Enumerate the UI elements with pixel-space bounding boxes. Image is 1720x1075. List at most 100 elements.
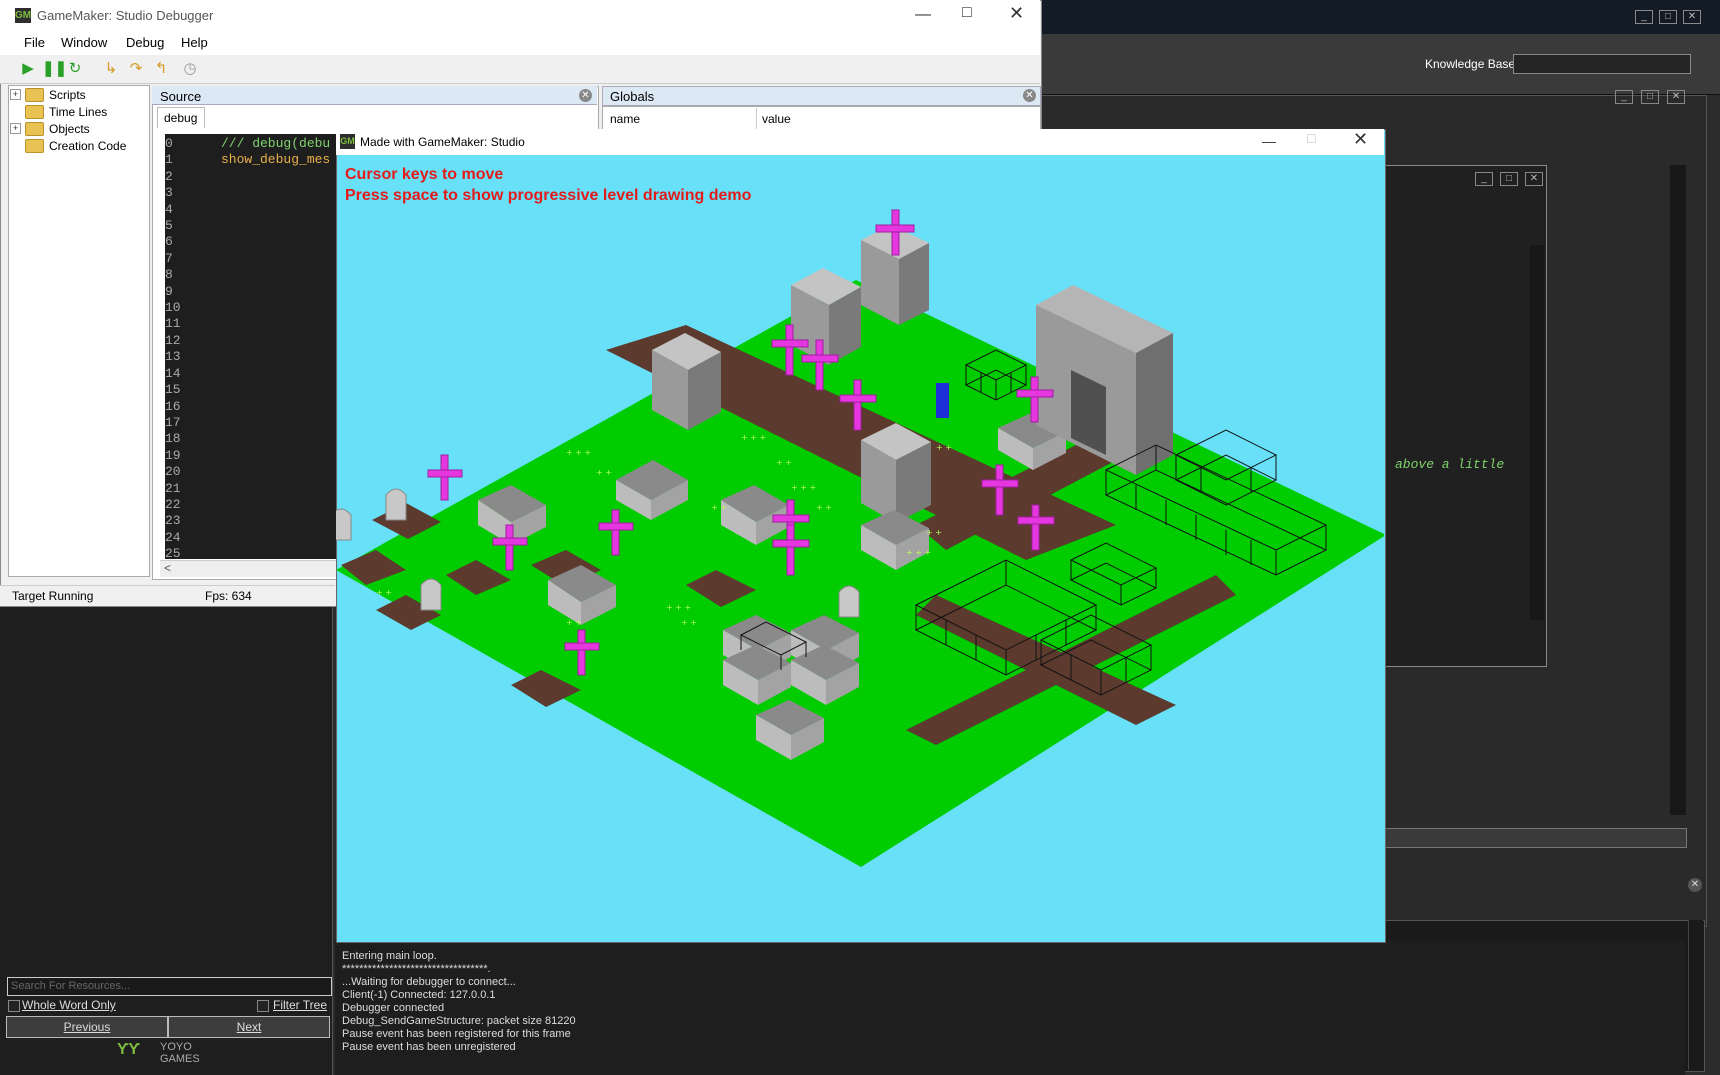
tree-item-time-lines[interactable]: Time Lines: [10, 103, 107, 120]
menu-file[interactable]: File: [24, 35, 45, 50]
tab-debug-label: debug: [164, 111, 198, 125]
tree-item-creation-code[interactable]: Creation Code: [10, 137, 126, 154]
resource-search-input[interactable]: Search For Resources...: [7, 977, 332, 996]
log-line: Entering main loop.: [342, 950, 437, 962]
tree-item-label: Creation Code: [49, 138, 127, 153]
line-number: 18: [165, 431, 181, 447]
maximize-icon[interactable]: □: [1500, 172, 1518, 186]
tombstone: [420, 578, 442, 611]
yoyo-logo-icon: ƳƳ: [117, 1041, 141, 1058]
line-number: 2: [165, 168, 173, 184]
whole-word-checkbox[interactable]: [8, 1000, 20, 1012]
realtime-update-icon[interactable]: ◷: [181, 60, 199, 78]
line-number: 16: [165, 398, 181, 414]
next-button[interactable]: Next: [168, 1016, 330, 1038]
whole-word-label[interactable]: Whole Word Only: [22, 998, 116, 1012]
column-header-value[interactable]: value: [762, 112, 791, 126]
tree-item-objects[interactable]: + Objects: [10, 120, 90, 137]
line-number-gutter: 0 1 2 3 4 5 6 7 8 9 10 11 12 13 14 15 16 17 18 19 20 21 22 23 24…: [165, 136, 205, 563]
svg-text:+ + +: + + +: [791, 483, 816, 492]
menu-help[interactable]: Help: [181, 35, 208, 50]
tombstone: [336, 508, 352, 541]
yoyo-logo-text: YOYO GAMES: [160, 1041, 200, 1065]
line-number: 22: [165, 496, 181, 512]
stone-block: [791, 268, 861, 365]
minimize-icon[interactable]: —: [915, 6, 931, 24]
pause-icon[interactable]: ❚❚: [42, 60, 67, 78]
svg-text:+ +: + +: [566, 618, 582, 627]
line-number: 7: [165, 250, 173, 266]
folder-icon: [25, 87, 44, 102]
background-status-bar: [1385, 828, 1687, 848]
maximize-icon[interactable]: □: [1659, 10, 1677, 24]
game-viewport[interactable]: + + + + + + + + + + + + + + + + + + + + + + +…: [336, 155, 1384, 940]
close-icon[interactable]: ✕: [1009, 3, 1024, 24]
status-text: Target Running: [12, 589, 94, 603]
line-number: 13: [165, 349, 181, 365]
code-line: show_debug_mes: [221, 152, 331, 167]
line-number: 1: [165, 152, 173, 168]
line-number: 12: [165, 332, 181, 348]
step-out-icon[interactable]: ↰: [152, 60, 170, 78]
close-icon[interactable]: ✕: [1688, 878, 1702, 892]
background-code-text: above a little: [1395, 457, 1505, 472]
minimize-icon[interactable]: _: [1475, 172, 1493, 186]
tombstone: [385, 488, 407, 521]
line-number: 17: [165, 414, 181, 430]
maximize-icon[interactable]: □: [1307, 130, 1315, 146]
close-icon[interactable]: ✕: [579, 89, 592, 102]
line-number: 6: [165, 234, 173, 250]
column-header-name[interactable]: name: [610, 112, 640, 126]
close-icon[interactable]: ✕: [1525, 172, 1543, 186]
svg-text:+ +: + +: [596, 468, 612, 477]
maximize-icon[interactable]: □: [962, 4, 972, 22]
knowledge-base-input[interactable]: [1513, 54, 1691, 74]
previous-button[interactable]: Previous: [6, 1016, 168, 1038]
menu-window[interactable]: Window: [61, 35, 107, 50]
game-title: Made with GameMaker: Studio: [360, 135, 525, 149]
svg-text:+ +: + +: [681, 618, 697, 627]
play-icon[interactable]: ▶: [19, 60, 37, 78]
minimize-icon[interactable]: —: [1262, 133, 1276, 149]
knowledge-base-label: Knowledge Base:: [1425, 57, 1519, 71]
panel-scrollbar[interactable]: [1670, 165, 1686, 815]
logo-brand-bottom: GAMES: [160, 1053, 200, 1065]
tree-item-scripts[interactable]: + Scripts: [10, 86, 86, 103]
close-icon[interactable]: ✕: [1023, 89, 1036, 102]
filter-tree-label[interactable]: Filter Tree: [273, 998, 327, 1012]
line-number: 24: [165, 529, 181, 545]
step-into-icon[interactable]: ↳: [102, 60, 120, 78]
svg-text:+ +: + +: [816, 503, 832, 512]
maximize-icon[interactable]: □: [1641, 90, 1659, 104]
code-editor-scrollbar[interactable]: [1530, 245, 1544, 620]
close-icon[interactable]: ✕: [1667, 90, 1685, 104]
expand-icon[interactable]: +: [10, 89, 21, 100]
menu-debug[interactable]: Debug: [126, 35, 164, 50]
log-line: Pause event has been registered for this…: [342, 1028, 571, 1040]
folder-icon: [25, 138, 44, 153]
debugger-title: GameMaker: Studio Debugger: [37, 8, 214, 23]
line-number: 9: [165, 283, 173, 299]
line-number: 0: [165, 136, 173, 151]
svg-text:+ +: + +: [376, 588, 392, 597]
svg-text:+ +: + +: [776, 458, 792, 467]
tombstone: [838, 585, 860, 618]
restart-icon[interactable]: ↻: [66, 60, 84, 78]
filter-tree-checkbox[interactable]: [257, 1000, 269, 1012]
background-ide-titlebar: [1040, 0, 1720, 34]
game-hint-demo: Press space to show progressive level dr…: [345, 187, 752, 204]
minimize-icon[interactable]: _: [1635, 10, 1653, 24]
minimize-icon[interactable]: _: [1615, 90, 1633, 104]
terminal-scrollbar[interactable]: [1688, 920, 1703, 1070]
log-line: Pause event has been unregistered: [342, 1041, 516, 1053]
close-icon[interactable]: ✕: [1353, 129, 1368, 150]
line-number: 20: [165, 464, 181, 480]
expand-icon[interactable]: +: [10, 123, 21, 134]
folder-icon: [25, 104, 44, 119]
fps-counter: Fps: 634: [205, 589, 252, 603]
line-number: 15: [165, 382, 181, 398]
step-over-icon[interactable]: ↷: [127, 60, 145, 78]
close-icon[interactable]: ✕: [1683, 10, 1701, 24]
scroll-left-icon[interactable]: <: [164, 561, 171, 575]
log-line: Debugger connected: [342, 1002, 445, 1014]
